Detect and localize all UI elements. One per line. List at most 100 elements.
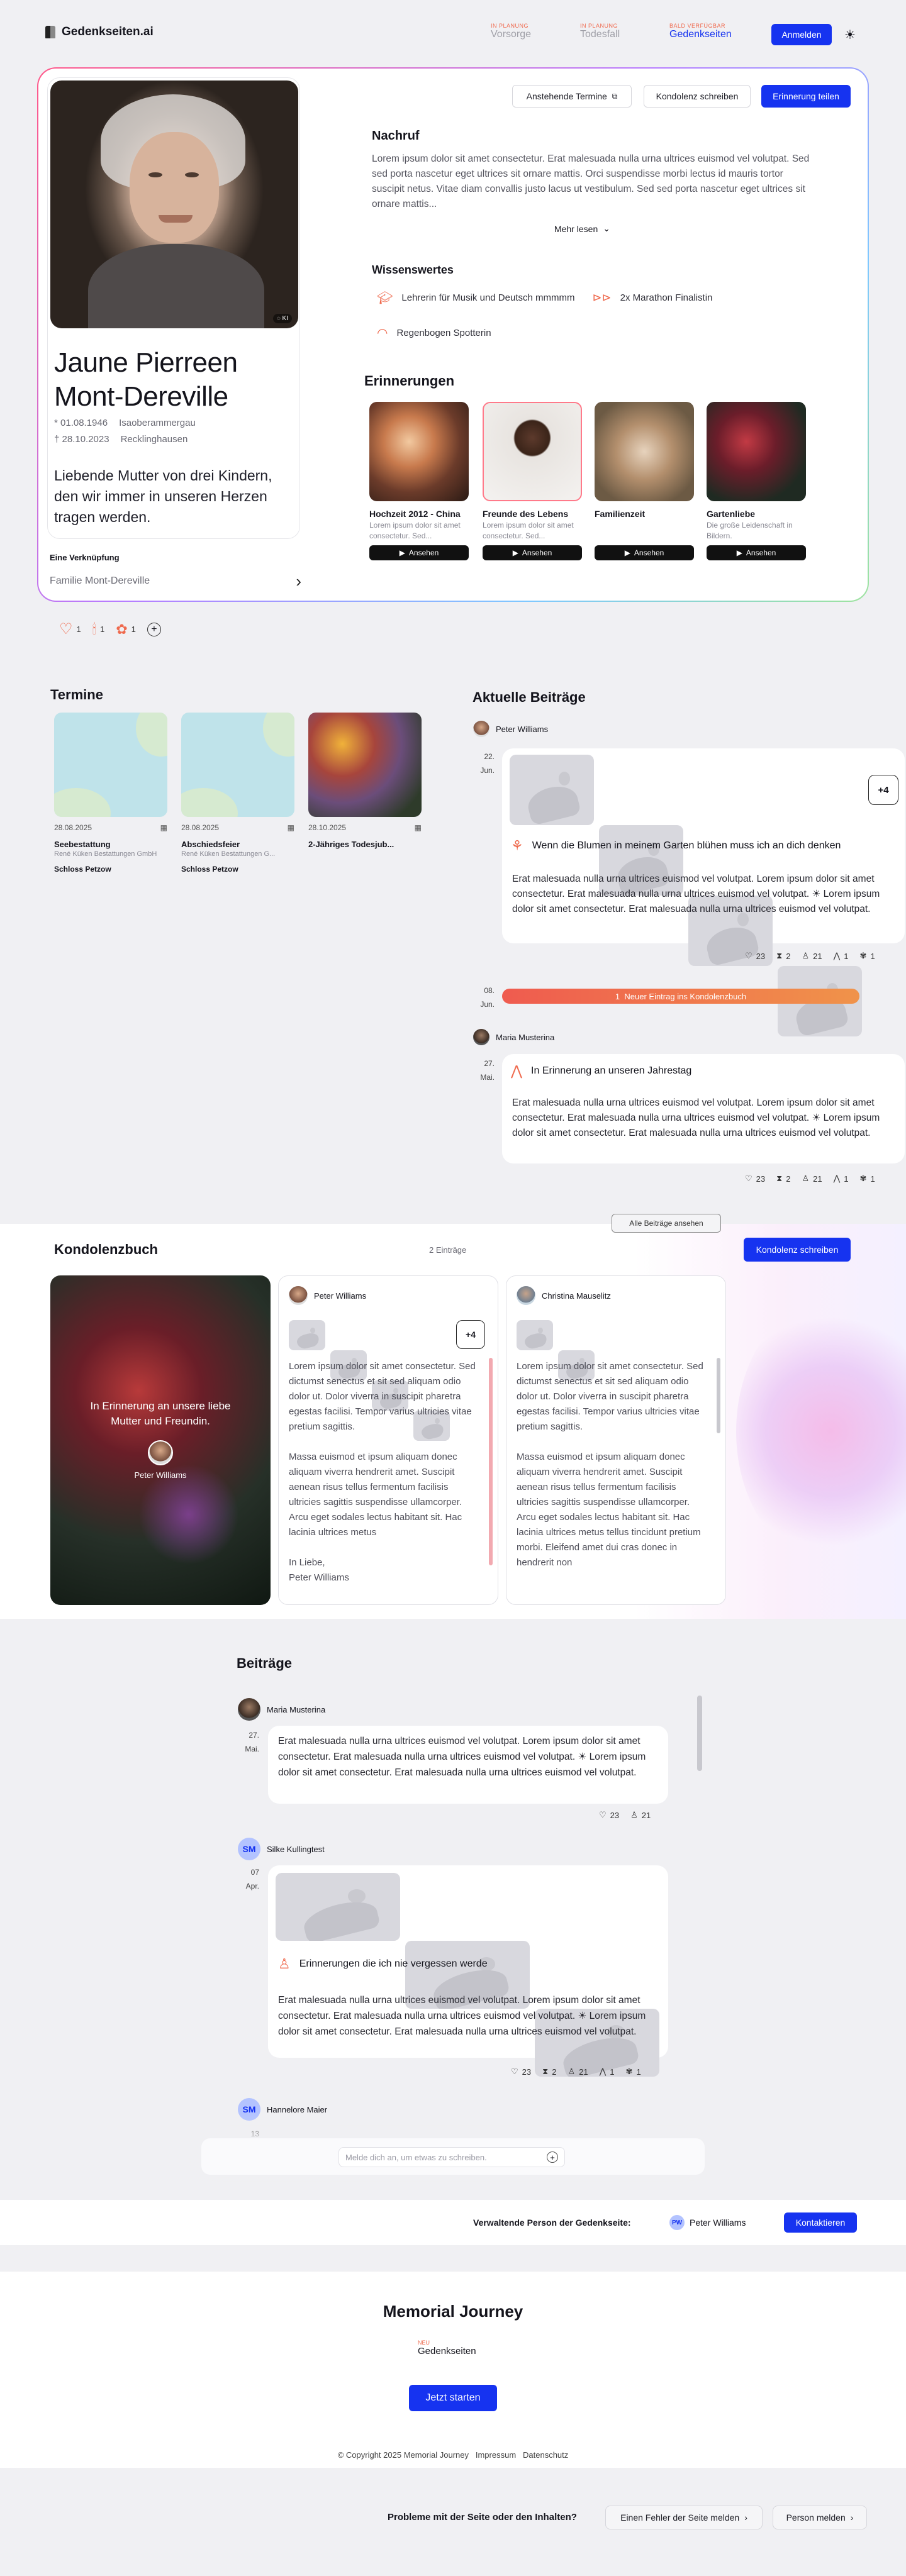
avatar: SM [238, 1838, 260, 1860]
heart-icon: ♡ [745, 1174, 752, 1183]
post-card[interactable]: ⋀ In Erinnerung an unseren Jahrestag Era… [502, 1054, 905, 1163]
report-person-button[interactable]: Person melden › [773, 2506, 867, 2529]
entry-text: Lorem ipsum dolor sit amet consectetur. … [289, 1361, 476, 1583]
condolence-cover[interactable]: In Erinnerung an unsere liebe Mutter und… [50, 1275, 271, 1605]
view-memory-button[interactable]: ▶ Ansehen [595, 545, 694, 560]
chevron-right-icon: › [296, 571, 301, 591]
calendar-icon: ▦ [287, 823, 294, 832]
fact-item: ◠ Regenbogen Spotterin [377, 326, 491, 340]
post-author[interactable]: SM Silke Kullingtest [238, 1838, 325, 1860]
write-condolence-button[interactable]: Kondolenz schreiben [744, 1238, 851, 1262]
event-photo [308, 713, 422, 817]
memory-card[interactable]: Gartenliebe Die große Leidenschaft in Bi… [707, 402, 806, 560]
view-memory-button[interactable]: ▶ Ansehen [369, 545, 469, 560]
nav-vorsorge[interactable]: IN PLANUNG Vorsorge [491, 23, 531, 40]
view-memory-button[interactable]: ▶ Ansehen [707, 545, 806, 560]
heart-stat[interactable]: ♡ 23 [745, 951, 765, 961]
scrollbar[interactable] [489, 1358, 493, 1565]
add-icon[interactable]: + [547, 2151, 558, 2163]
candle-stat[interactable]: ♙ 21 [630, 1810, 651, 1820]
hourglass-stat[interactable]: ⧗ 2 [542, 2067, 556, 2077]
post-author[interactable]: Peter Williams [473, 721, 548, 737]
share-memory-button[interactable]: Erinnerung teilen [761, 85, 851, 108]
candle-stat[interactable]: ♙ 21 [802, 951, 822, 961]
hands-stat[interactable]: ⋀ 1 [600, 2067, 615, 2077]
theme-toggle-icon[interactable]: ☀ [841, 25, 859, 44]
login-button[interactable]: Anmelden [771, 24, 832, 45]
candle-stat[interactable]: ♙ 21 [802, 1174, 822, 1184]
family-link[interactable]: Familie Mont-Dereville › [50, 572, 301, 591]
event-org: René Küken Bestattungen G... [181, 850, 276, 858]
condolence-entry[interactable]: Christina Mauselitz Lorem ipsum dolor si… [506, 1275, 726, 1605]
birth-info: * 01.08.1946 Isaoberammergau [54, 418, 196, 428]
scrollbar[interactable] [717, 1358, 720, 1433]
heart-stat[interactable]: ♡ 23 [745, 1174, 765, 1184]
memory-card[interactable]: Freunde des Lebens Lorem ipsum dolor sit… [483, 402, 582, 560]
post-headline: Erinnerungen die ich nie vergessen werde [299, 1958, 488, 1969]
post-author[interactable]: Maria Musterina [238, 1698, 325, 1721]
candle-icon: ♙ [278, 1956, 291, 1972]
post-author[interactable]: SM Hannelore Maier [238, 2098, 327, 2121]
post-author[interactable]: Maria Musterina [473, 1029, 554, 1045]
image-placeholder [517, 1320, 553, 1350]
candle-reaction[interactable]: 🕯︎ 1 [92, 621, 104, 638]
start-button[interactable]: Jetzt starten [409, 2385, 497, 2411]
flower-stat[interactable]: ✾ 1 [626, 2067, 641, 2077]
heart-stat[interactable]: ♡ 23 [599, 1810, 619, 1820]
heart-reaction[interactable]: ♡ 1 [59, 620, 81, 638]
flower-stat[interactable]: ✾ 1 [860, 1174, 875, 1184]
condolence-entry[interactable]: Peter Williams +4 Lorem ipsum dolor sit … [278, 1275, 498, 1605]
view-memory-button[interactable]: ▶ Ansehen [483, 545, 582, 560]
avatar [289, 1286, 308, 1305]
event-card[interactable]: 28.10.2025 ▦ 2-Jähriges Todesjub... [308, 713, 422, 849]
post-card[interactable]: +4 ⚘ Wenn die Blumen in meinem Garten bl… [502, 748, 905, 1036]
hourglass-stat[interactable]: ⧗ 2 [776, 1174, 790, 1184]
post-card[interactable]: Erat malesuada nulla urna ultrices euism… [268, 1726, 668, 1804]
condolence-title: Kondolenzbuch [54, 1241, 158, 1257]
read-more-button[interactable]: Mehr lesen ⌄ [554, 223, 610, 234]
contact-button[interactable]: Kontaktieren [784, 2212, 857, 2233]
nav-todesfall[interactable]: IN PLANUNG Todesfall [580, 23, 620, 40]
footer-sublogo[interactable]: NEU Gedenkseiten [418, 2340, 493, 2357]
hourglass-stat[interactable]: ⧗ 2 [776, 951, 790, 961]
copyright: © Copyright 2025 Memorial Journey [337, 2450, 469, 2460]
heart-icon: ♡ [599, 1810, 607, 1819]
more-images-badge[interactable]: +4 [868, 775, 898, 805]
memory-title: Freunde des Lebens [483, 509, 569, 519]
posts-scrollbar[interactable] [697, 1696, 702, 1771]
compose-placeholder: Melde dich an, um etwas zu schreiben. [345, 2152, 487, 2162]
events-button[interactable]: Anstehende Termine ⧉ [512, 85, 632, 108]
imprint-link[interactable]: Impressum [476, 2450, 516, 2460]
memory-card[interactable]: Hochzeit 2012 - China Lorem ipsum dolor … [369, 402, 469, 560]
nav-gedenkseiten[interactable]: BALD VERFÜGBAR Gedenkseiten [669, 23, 732, 40]
post-card[interactable]: ♙ Erinnerungen die ich nie vergessen wer… [268, 1865, 668, 2077]
more-images-badge[interactable]: +4 [456, 1320, 485, 1349]
candle-stat[interactable]: ♙ 21 [568, 2067, 588, 2077]
logo[interactable]: Gedenkseiten.ai [45, 25, 154, 39]
candle-icon: ♙ [568, 2067, 576, 2076]
profile-card: ◌ KI Jaune Pierreen Mont-Dereville * 01.0… [47, 77, 300, 539]
obituary-title: Nachruf [372, 129, 420, 143]
flower-stat[interactable]: ✾ 1 [860, 951, 875, 961]
fact-item: 🎓︎ Lehrerin für Musik und Deutsch mmmmm … [377, 291, 713, 305]
post-headline: In Erinnerung an unseren Jahrestag [531, 1065, 692, 1076]
candle-icon: 🕯︎ [92, 621, 96, 637]
memory-card[interactable]: Familienzeit ▶ Ansehen [595, 402, 694, 560]
hands-stat[interactable]: ⋀ 1 [834, 951, 849, 961]
flower-reaction[interactable]: ✿ 1 [116, 621, 136, 638]
feed-title: Aktuelle Beiträge [473, 689, 586, 705]
footer-brand: Memorial Journey [383, 2302, 523, 2321]
hands-stat[interactable]: ⋀ 1 [834, 1174, 849, 1184]
heart-stat[interactable]: ♡ 23 [511, 2067, 531, 2077]
compose-input[interactable]: Melde dich an, um etwas zu schreiben. + [338, 2147, 565, 2167]
all-posts-button[interactable]: Alle Beiträge ansehen [612, 1214, 721, 1233]
add-reaction-icon[interactable]: + [147, 622, 161, 636]
event-card[interactable]: 28.08.2025 ▦ Seebestattung René Küken Bes… [54, 713, 167, 874]
privacy-link[interactable]: Datenschutz [523, 2450, 568, 2460]
write-condolence-button[interactable]: Kondolenz schreiben [644, 85, 751, 108]
nav-tag: IN PLANUNG [491, 23, 529, 29]
event-card[interactable]: 28.08.2025 ▦ Abschiedsfeier René Küken Be… [181, 713, 294, 874]
report-error-button[interactable]: Einen Fehler der Seite melden › [605, 2506, 763, 2529]
new-entry-banner[interactable]: 1 Neuer Eintrag ins Kondolenzbuch [502, 989, 859, 1004]
event-title: Abschiedsfeier [181, 840, 240, 849]
